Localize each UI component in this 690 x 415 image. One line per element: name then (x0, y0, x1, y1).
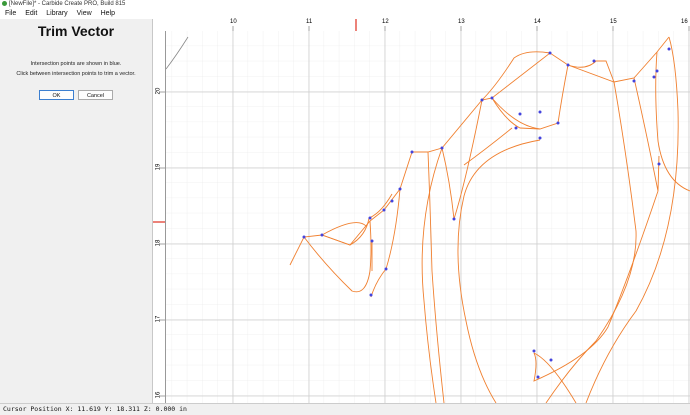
ruler-x-label: 10 (230, 19, 237, 25)
ruler-y-label: 17 (155, 315, 162, 323)
menu-library[interactable]: Library (46, 8, 67, 19)
panel-title: Trim Vector (37, 23, 115, 39)
ruler-x-label: 12 (382, 19, 389, 25)
ruler-y-label: 18 (155, 239, 162, 247)
menu-bar: File Edit Library View Help (0, 8, 690, 19)
ruler-x-label: 14 (534, 19, 541, 25)
hint-click: Click between intersection points to tri… (16, 71, 136, 77)
ruler-x-label: 11 (306, 19, 313, 25)
ruler-y-label: 16 (155, 391, 162, 399)
ruler-x-label: 15 (610, 19, 617, 25)
ruler-y-label: 19 (155, 163, 162, 171)
trim-vector-panel: Trim Vector Intersection points are show… (0, 19, 153, 403)
menu-file[interactable]: File (5, 8, 16, 19)
hint-intersection: Intersection points are shown in blue. (30, 61, 122, 67)
ruler-x-label: 13 (458, 19, 465, 25)
menu-edit[interactable]: Edit (25, 8, 37, 19)
ruler-x-label: 16 (681, 19, 688, 25)
cancel-button[interactable]: Cancel (78, 90, 113, 100)
ruler-y-label: 20 (155, 87, 162, 95)
menu-view[interactable]: View (77, 8, 92, 19)
ok-button[interactable]: OK (39, 90, 74, 100)
vertical-ruler: 20 19 18 17 16 (153, 31, 166, 403)
title-bar: [NewFile]* - Carbide Create PRO, Build 8… (0, 0, 690, 8)
menu-help[interactable]: Help (101, 8, 115, 19)
cursor-position: Cursor Position X: 11.619 Y: 18.311 Z: 0… (3, 405, 187, 413)
status-bar: Cursor Position X: 11.619 Y: 18.311 Z: 0… (0, 403, 690, 415)
design-canvas[interactable] (166, 31, 690, 403)
app-icon (2, 1, 7, 6)
window-title: [NewFile]* - Carbide Create PRO, Build 8… (9, 1, 126, 7)
